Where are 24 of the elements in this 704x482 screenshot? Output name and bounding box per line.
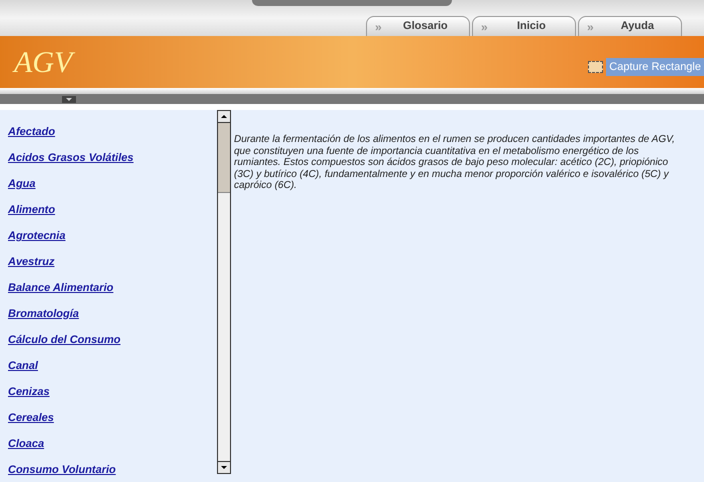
scroll-up-icon[interactable]	[218, 111, 230, 123]
glossary-link[interactable]: Cereales	[8, 410, 54, 426]
glossary-link[interactable]: Agua	[8, 176, 36, 192]
glossary-link[interactable]: Canal	[8, 358, 38, 374]
glossary-link[interactable]: Cálculo del Consumo	[8, 332, 120, 348]
glossary-link[interactable]: Consumo Voluntario	[8, 462, 116, 478]
dashed-rectangle-icon	[588, 61, 604, 73]
nav-tab[interactable]: » Ayuda	[578, 16, 682, 36]
nav-tab[interactable]: » Inicio	[472, 16, 576, 36]
glossary-link[interactable]: Alimento	[8, 202, 56, 218]
glossary-link[interactable]: Afectado	[8, 124, 56, 140]
dropdown-icon[interactable]	[62, 96, 76, 102]
scrollbar[interactable]	[217, 110, 231, 474]
glossary-link[interactable]: Balance Alimentario	[8, 280, 114, 296]
nav-tab[interactable]: » Glosario	[366, 16, 470, 36]
glossary-link[interactable]: Agrotecnia	[8, 228, 66, 244]
glossary-link[interactable]: Cenizas	[8, 384, 50, 400]
scroll-thumb[interactable]	[218, 123, 230, 193]
glossary-link[interactable]: Cloaca	[8, 436, 44, 452]
scroll-down-icon[interactable]	[218, 461, 230, 473]
glossary-link[interactable]: Avestruz	[8, 254, 54, 270]
glossary-link[interactable]: Acidos Grasos Volátiles	[8, 150, 134, 166]
glossary-link[interactable]: Bromatología	[8, 306, 79, 322]
definition-text: Durante la fermentación de los alimentos en el rumen se producen cantidades importantes de AGV, que constituyen una fuente de importancia cuantitativa en el metabolismo energético de los rumiantes. Estos compuestos son ácidos grasos de bajo peso molecular: acético (2C), priopiónico (3C) y butírico (4C), fundamentalmente y en mucha menor proporción valérico e isovalérico (5C) y capróico (6C).	[234, 134, 676, 192]
